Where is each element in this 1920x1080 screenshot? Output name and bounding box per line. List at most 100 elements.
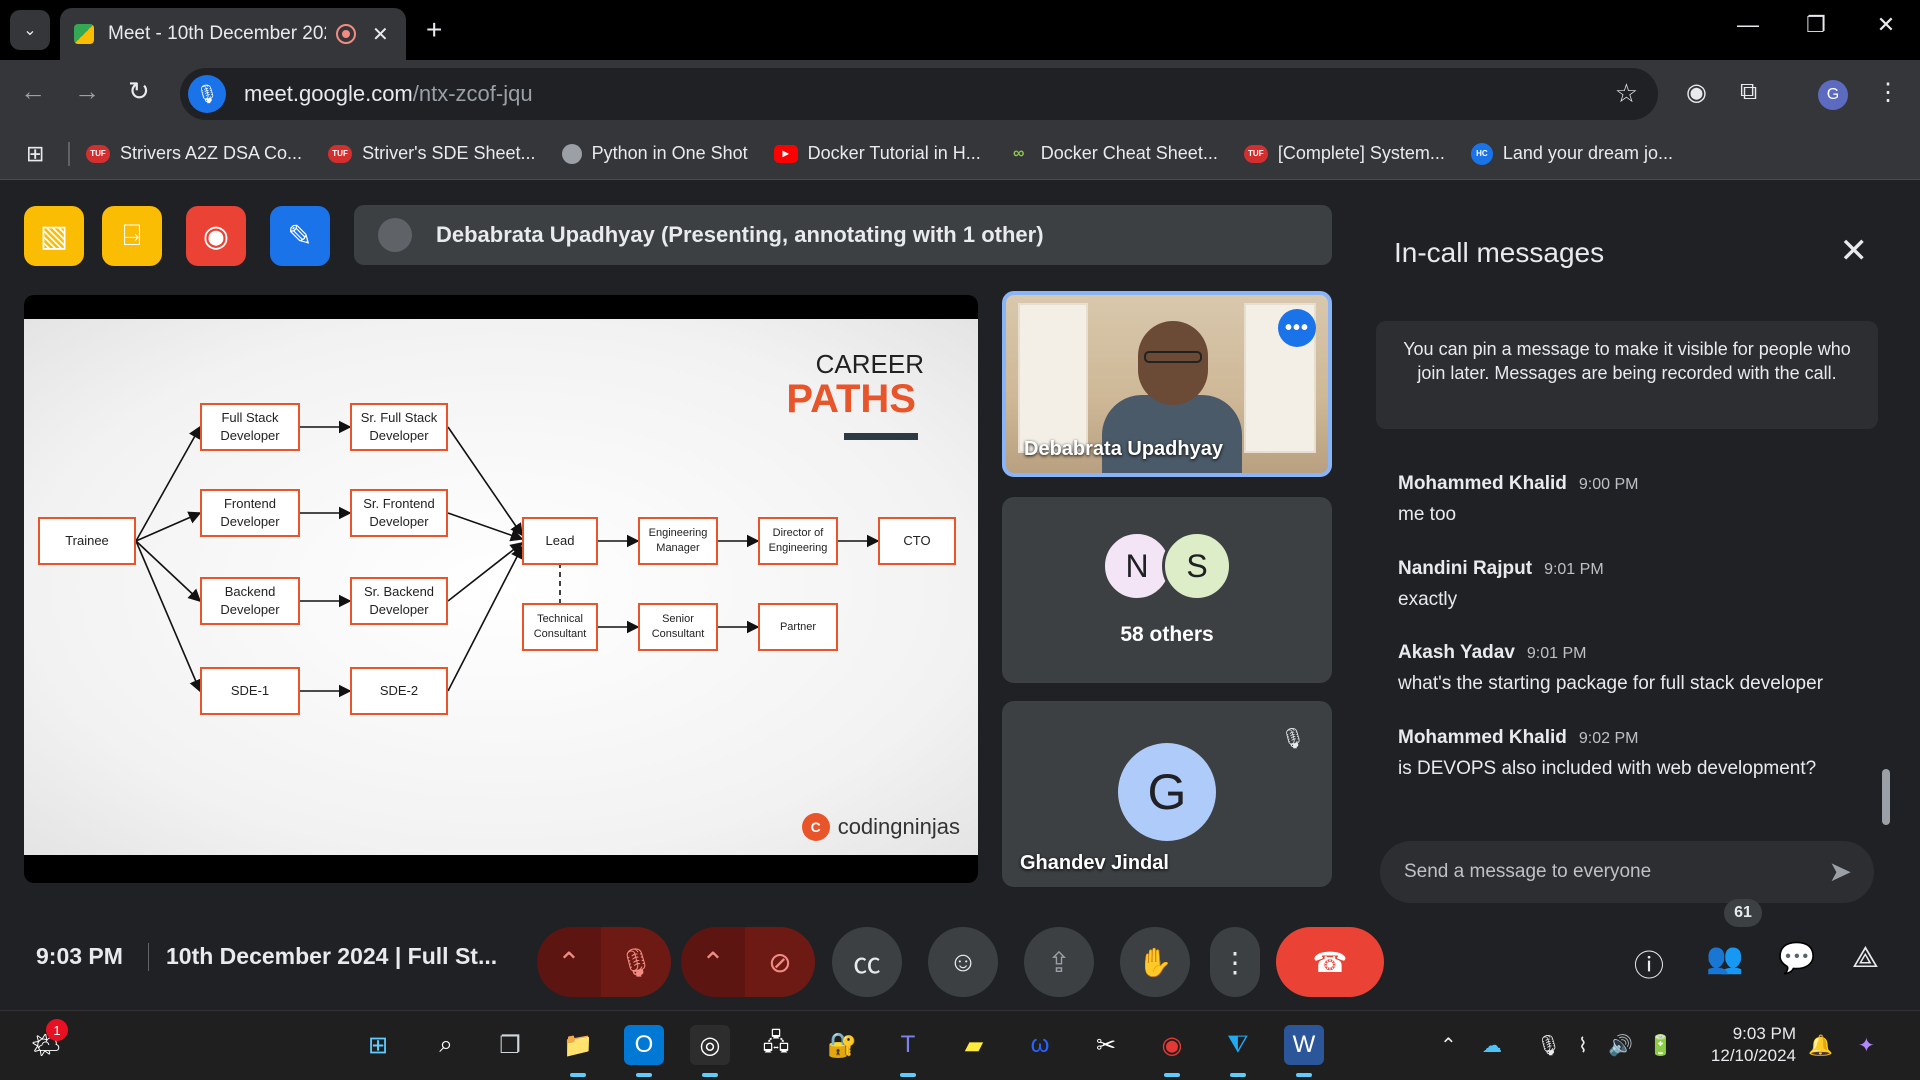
node-frontend: Frontend Developer bbox=[200, 489, 300, 537]
wifi-icon[interactable]: ⌇ bbox=[1578, 1033, 1588, 1058]
glasses bbox=[1144, 351, 1202, 363]
presenting-text: Debabrata Upadhyay (Presenting, annotati… bbox=[436, 222, 1044, 247]
participant-tile[interactable]: 🎙 G Ghandev Jindal bbox=[1002, 701, 1332, 887]
tab-strip: ⌄ Meet - 10th December 2024 ✕ + — ❐ ✕ bbox=[0, 0, 1920, 60]
reactions-button[interactable]: ☺ bbox=[928, 927, 998, 997]
bookmarks-bar: ⊞ TUF Strivers A2Z DSA Co... TUF Striver's… bbox=[0, 128, 1920, 180]
chat-panel: In-call messages ✕ You can pin a message… bbox=[1356, 205, 1898, 903]
hc-icon: HC bbox=[1470, 142, 1493, 165]
new-tab-button[interactable]: + bbox=[426, 14, 442, 46]
restore-button[interactable]: ❐ bbox=[1796, 12, 1836, 38]
forward-button[interactable]: → bbox=[74, 76, 100, 107]
presenting-banner[interactable]: Debabrata Upadhyay (Presenting, annotati… bbox=[354, 205, 1332, 265]
chat-scrollbar[interactable] bbox=[1882, 769, 1890, 825]
bookmark-item[interactable]: Python in One Shot bbox=[561, 143, 748, 164]
meeting-info-icon[interactable]: ⓘ bbox=[1634, 941, 1664, 985]
battery-icon[interactable]: 🔋 bbox=[1648, 1033, 1673, 1058]
microphone-icon[interactable]: 🎙 bbox=[1536, 1033, 1561, 1058]
bookmark-item[interactable]: ▶ Docker Tutorial in H... bbox=[773, 143, 981, 164]
chrome-icon[interactable]: ◎ bbox=[690, 1025, 730, 1077]
chat-icon[interactable]: 💬 bbox=[1778, 941, 1815, 976]
video-settings-button[interactable]: ⌃ bbox=[681, 927, 745, 997]
people-icon[interactable]: 👥 bbox=[1706, 941, 1743, 976]
word-icon[interactable]: W bbox=[1284, 1025, 1324, 1077]
notes-button[interactable]: ✎ bbox=[270, 206, 330, 266]
onedrive-icon[interactable]: ☁ bbox=[1482, 1033, 1502, 1058]
bookmark-item[interactable]: TUF Striver's SDE Sheet... bbox=[328, 143, 536, 164]
link-icon: ∞ bbox=[1013, 144, 1025, 162]
snipping-tool-icon[interactable]: ✂ bbox=[1086, 1025, 1126, 1065]
others-count: 58 others bbox=[1120, 623, 1214, 646]
bookmark-star-icon[interactable]: ☆ bbox=[1615, 78, 1638, 109]
bookmark-item[interactable]: TUF Strivers A2Z DSA Co... bbox=[86, 143, 302, 164]
close-tab-icon[interactable]: ✕ bbox=[372, 22, 389, 47]
system-date: 12/10/2024 bbox=[1710, 1046, 1796, 1066]
raise-hand-button[interactable]: ✋ bbox=[1120, 927, 1190, 997]
breakout-app-button[interactable]: ⍈ bbox=[102, 206, 162, 266]
captions-button[interactable]: ㏄ bbox=[832, 927, 902, 997]
task-view-icon[interactable]: ❐ bbox=[490, 1025, 530, 1065]
recording-icon bbox=[336, 24, 356, 44]
tab-title: Meet - 10th December 2024 bbox=[108, 23, 326, 44]
security-app-icon[interactable]: 🔐 bbox=[822, 1025, 862, 1065]
send-icon[interactable]: ➤ bbox=[1829, 855, 1852, 888]
start-icon[interactable]: ⊞ bbox=[358, 1025, 398, 1065]
whiteboard-app-button[interactable]: ▧ bbox=[24, 206, 84, 266]
kebab-menu-icon[interactable]: ⋮ bbox=[1876, 78, 1900, 107]
presenter-tile[interactable]: ••• Debabrata Upadhyay bbox=[1002, 291, 1332, 477]
avatar: S bbox=[1162, 531, 1232, 601]
close-icon[interactable]: ✕ bbox=[1840, 231, 1869, 271]
recording-button[interactable]: ◉ bbox=[186, 206, 246, 266]
bookmark-item[interactable]: ∞ Docker Cheat Sheet... bbox=[1007, 143, 1218, 164]
more-options-button[interactable]: ⋮ bbox=[1210, 927, 1260, 997]
minimize-button[interactable]: — bbox=[1728, 12, 1768, 38]
meeting-clock: 9:03 PM bbox=[36, 943, 123, 969]
outlook-icon[interactable]: O bbox=[624, 1025, 664, 1077]
address-bar[interactable]: 🎙 meet.google.com/ntx-zcof-jqu ☆ bbox=[180, 68, 1658, 120]
system-clock[interactable]: 9:03 PM 12/10/2024 bbox=[1700, 1023, 1796, 1067]
webex-icon[interactable]: ω bbox=[1020, 1025, 1060, 1065]
tab-meet[interactable]: Meet - 10th December 2024 ✕ bbox=[60, 8, 406, 60]
notification-bell-icon[interactable]: 🔔 bbox=[1808, 1033, 1833, 1058]
tab-search-button[interactable]: ⌄ bbox=[10, 10, 50, 50]
node-director: Director of Engineering bbox=[758, 517, 838, 565]
chevron-up-icon: ⌃ bbox=[557, 946, 581, 978]
extension-icon[interactable]: ◉ bbox=[1686, 78, 1707, 107]
leave-call-button[interactable]: ☎ bbox=[1276, 927, 1384, 997]
message-text: exactly bbox=[1398, 588, 1458, 610]
copilot-icon[interactable]: ✦ bbox=[1858, 1033, 1875, 1058]
network-app-icon[interactable]: 🖧 bbox=[756, 1025, 796, 1065]
reload-button[interactable]: ↻ bbox=[128, 76, 150, 107]
shared-screen[interactable]: CAREER PATHS Trainee Full Stack Develope… bbox=[24, 295, 978, 883]
vscode-icon[interactable]: ⧨ bbox=[1218, 1025, 1258, 1077]
browser-chrome: ⌄ Meet - 10th December 2024 ✕ + — ❐ ✕ ← … bbox=[0, 0, 1920, 180]
file-explorer-icon[interactable]: 📁 bbox=[558, 1025, 598, 1077]
sticky-notes-icon[interactable]: ▰ bbox=[954, 1025, 994, 1065]
present-button[interactable]: ⇪ bbox=[1024, 927, 1094, 997]
board-icon: ▧ bbox=[39, 219, 69, 253]
mic-toggle-button[interactable]: 🎙 bbox=[601, 927, 671, 997]
activities-icon[interactable]: ⟁ bbox=[1852, 941, 1879, 975]
apps-grid-icon[interactable]: ⊞ bbox=[26, 141, 50, 167]
chrome-alt-icon[interactable]: ◉ bbox=[1152, 1025, 1192, 1077]
back-button[interactable]: ← bbox=[20, 76, 46, 107]
chevron-up-icon[interactable]: ⌃ bbox=[1440, 1033, 1457, 1058]
audio-settings-button[interactable]: ⌃ bbox=[537, 927, 601, 997]
youtube-icon: ▶ bbox=[773, 144, 798, 163]
bookmark-item[interactable]: HC Land your dream jo... bbox=[1470, 142, 1673, 165]
search-icon[interactable]: ⌕ bbox=[426, 1025, 466, 1065]
title-underline bbox=[844, 433, 918, 440]
extensions-puzzle-icon[interactable]: ⧉ bbox=[1740, 78, 1757, 106]
volume-icon[interactable]: 🔊 bbox=[1608, 1033, 1633, 1058]
teams-icon[interactable]: T bbox=[888, 1025, 928, 1077]
others-tile[interactable]: N S 58 others bbox=[1002, 497, 1332, 683]
profile-avatar[interactable]: G bbox=[1818, 80, 1848, 110]
camera-toggle-button[interactable]: ⊘ bbox=[745, 927, 815, 997]
more-options-icon[interactable]: ••• bbox=[1278, 309, 1316, 347]
bookmark-item[interactable]: TUF [Complete] System... bbox=[1243, 143, 1445, 164]
close-window-button[interactable]: ✕ bbox=[1866, 12, 1906, 38]
chat-input[interactable]: Send a message to everyone ➤ bbox=[1380, 841, 1874, 903]
avatar: G bbox=[1118, 743, 1216, 841]
tuf-icon: TUF bbox=[86, 144, 110, 163]
tuf-icon: TUF bbox=[1243, 144, 1268, 163]
